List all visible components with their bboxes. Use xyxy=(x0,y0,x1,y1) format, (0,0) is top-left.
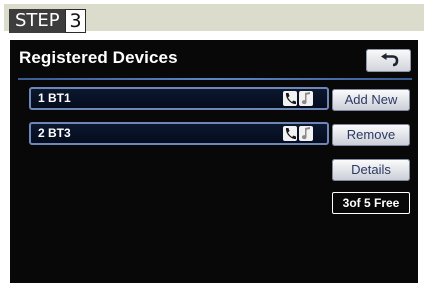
device-screen: Registered Devices 1 BT1 2 BT3 Add New R… xyxy=(10,40,418,283)
device-row-2[interactable]: 2 BT3 xyxy=(29,122,329,145)
music-note-icon xyxy=(299,126,313,141)
phone-icon xyxy=(283,91,297,106)
back-arrow-icon xyxy=(381,53,399,67)
add-new-button[interactable]: Add New xyxy=(332,89,410,111)
device-name: 2 BT3 xyxy=(38,126,71,140)
screen-title: Registered Devices xyxy=(19,48,178,67)
details-button[interactable]: Details xyxy=(332,159,410,181)
title-divider xyxy=(18,78,412,80)
device-row-1[interactable]: 1 BT1 xyxy=(29,87,329,110)
capacity-badge: 3of 5 Free xyxy=(332,192,410,214)
music-note-icon xyxy=(299,91,313,106)
device-name: 1 BT1 xyxy=(38,91,71,105)
step-label: STEP xyxy=(9,9,66,33)
back-button[interactable] xyxy=(366,49,411,72)
remove-button[interactable]: Remove xyxy=(332,124,410,146)
step-number: 3 xyxy=(65,9,86,33)
phone-icon xyxy=(283,126,297,141)
step-banner: STEP 3 xyxy=(4,4,424,33)
